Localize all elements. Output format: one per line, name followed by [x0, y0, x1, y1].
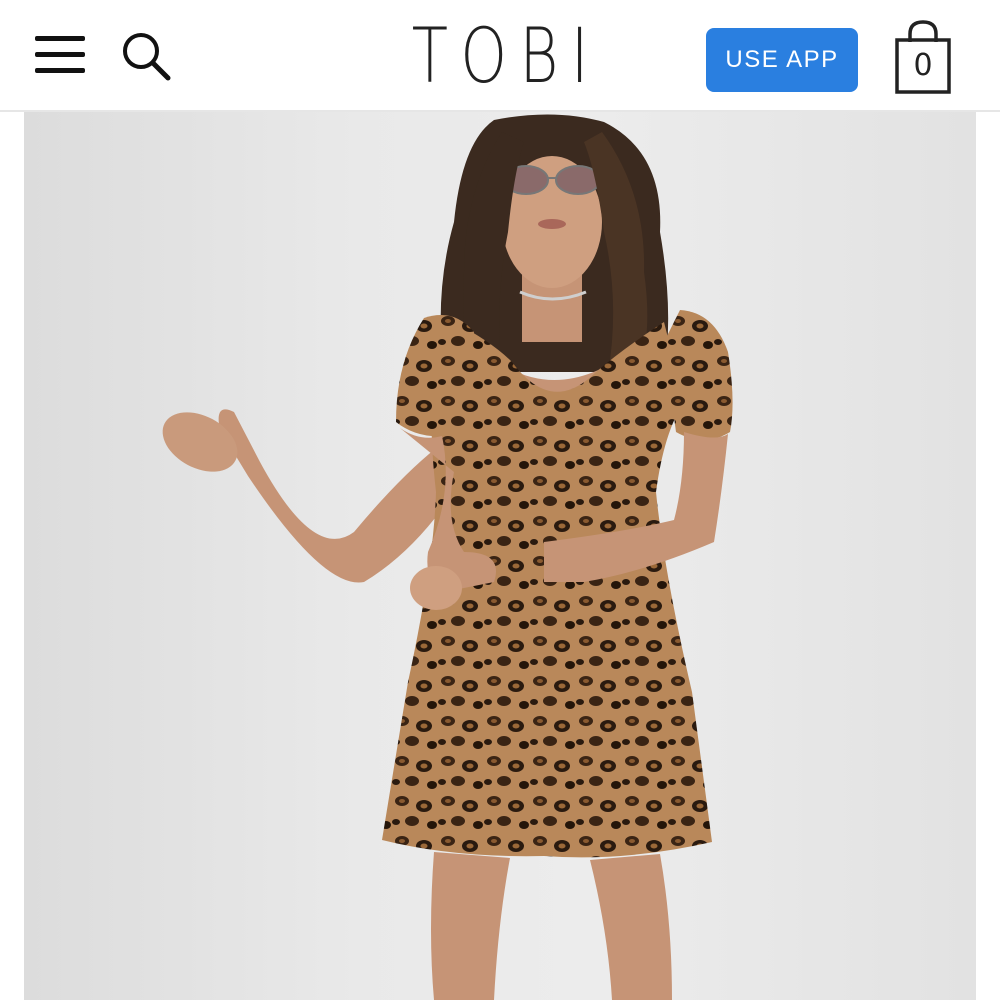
use-app-button[interactable]: USE APP: [706, 28, 858, 92]
model-photo: [162, 114, 733, 1000]
product-image[interactable]: [24, 112, 976, 1000]
site-header: TOBI USE APP 0: [0, 0, 1000, 112]
hamburger-menu-icon[interactable]: [35, 36, 85, 74]
cart-count: 0: [913, 48, 933, 83]
shopping-bag-icon[interactable]: 0: [890, 18, 956, 98]
